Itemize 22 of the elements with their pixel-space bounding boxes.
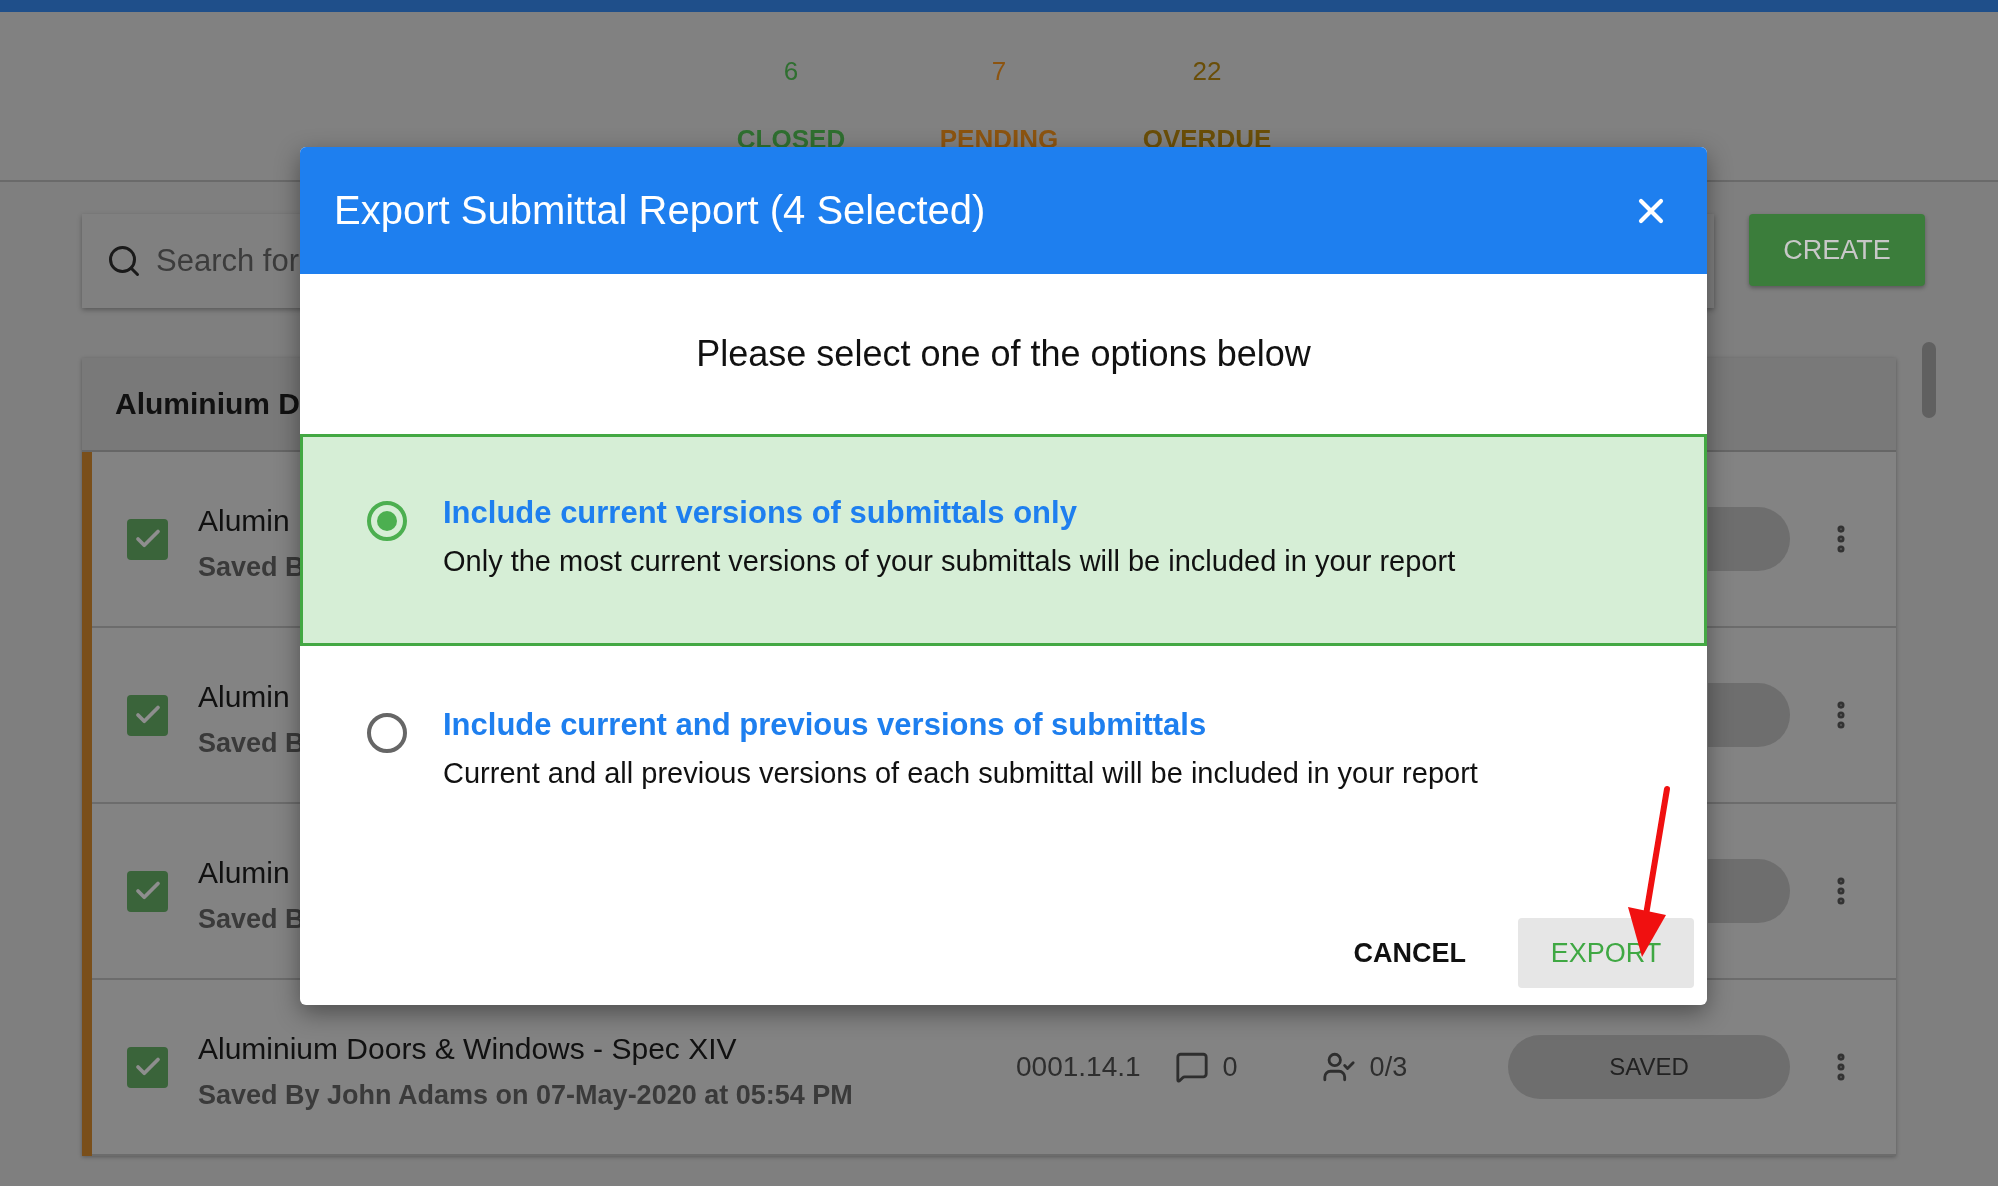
export-button[interactable]: EXPORT <box>1518 918 1694 988</box>
saved-by-text: Saved By John Adams on 07-May-2020 at 05:54 PM <box>198 1079 853 1111</box>
option-title: Include current and previous versions of submittals <box>443 707 1207 743</box>
export-option[interactable]: Include current versions of submittals only Only the most current versions of your submittals will be included in your report <box>300 434 1707 646</box>
option-description: Only the most current versions of your submittals will be included in your report <box>443 545 1456 578</box>
option-title: Include current versions of submittals only <box>443 495 1077 531</box>
dialog-title: Export Submittal Report (4 Selected) <box>334 188 987 233</box>
stat-count: 22 <box>1192 56 1222 86</box>
comment-count: 0 <box>1222 1051 1238 1083</box>
submittal-title: Alumin <box>198 679 290 714</box>
status-pill: SAVED <box>1508 1035 1790 1099</box>
submittal-title: Alumin <box>198 503 290 538</box>
export-option[interactable]: Include current and previous versions of submittals Current and all previous versions of each submittal will be included in your report <box>300 646 1707 858</box>
cancel-button[interactable]: CANCEL <box>1325 918 1494 988</box>
option-description: Current and all previous versions of each submittal will be included in your report <box>443 757 1478 790</box>
submittal-title: Aluminium Doors & Windows - Spec XIV <box>198 1031 737 1066</box>
submittal-number: 0001.14.1 <box>1016 1051 1141 1083</box>
stat-count: 6 <box>783 56 799 86</box>
create-button[interactable]: CREATE <box>1749 214 1925 286</box>
stat-count: 7 <box>991 56 1007 86</box>
submittal-title: Alumin <box>198 855 290 890</box>
approval-count: 0/3 <box>1369 1051 1408 1083</box>
